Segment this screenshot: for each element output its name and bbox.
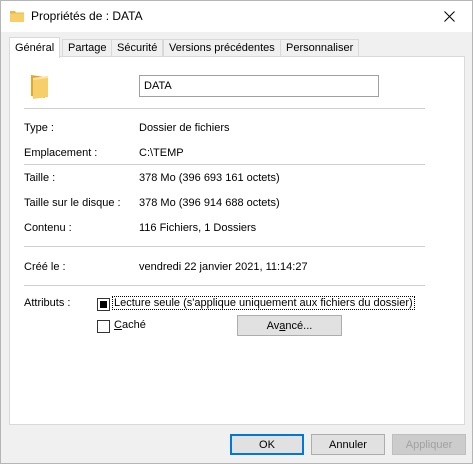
cancel-button[interactable]: Annuler	[311, 434, 385, 455]
advanced-button[interactable]: Av a ncé...	[237, 315, 342, 336]
type-label: Type :	[24, 122, 54, 134]
apply-button[interactable]: Appliquer	[392, 434, 466, 455]
title-bar: Propriétés de : DATA	[1, 1, 472, 32]
contents-label: Contenu :	[24, 222, 72, 234]
readonly-checkbox[interactable]	[97, 298, 110, 311]
separator	[24, 285, 425, 286]
folder-icon	[10, 11, 24, 22]
properties-dialog: Propriétés de : DATA Général Partage Séc…	[0, 0, 473, 464]
location-value: C:\TEMP	[139, 147, 184, 159]
created-label: Créé le :	[24, 261, 66, 273]
ok-button[interactable]: OK	[230, 434, 304, 455]
contents-value: 116 Fichiers, 1 Dossiers	[139, 222, 257, 234]
type-value: Dossier de fichiers	[139, 122, 230, 134]
window-title: Propriétés de : DATA	[31, 9, 143, 23]
tab-previous-versions[interactable]: Versions précédentes	[163, 39, 281, 57]
size-value: 378 Mo (396 693 161 octets)	[139, 172, 280, 184]
folder-icon	[31, 75, 48, 99]
created-value: vendredi 22 janvier 2021, 11:14:27	[139, 261, 308, 273]
separator	[24, 246, 425, 247]
general-panel: Type : Dossier de fichiers Emplacement :…	[9, 56, 465, 425]
hidden-checkbox-label[interactable]: Caché	[114, 319, 146, 331]
tab-security[interactable]: Sécurité	[111, 39, 164, 57]
hidden-checkbox[interactable]	[97, 320, 110, 333]
close-button[interactable]	[426, 1, 472, 32]
size-label: Taille :	[24, 172, 56, 184]
separator	[24, 108, 425, 109]
attributes-label: Attributs :	[24, 297, 71, 309]
size-on-disk-value: 378 Mo (396 914 688 octets)	[139, 197, 280, 209]
location-label: Emplacement :	[24, 147, 98, 159]
separator	[24, 164, 425, 165]
tab-general[interactable]: Général	[9, 37, 61, 58]
close-icon	[443, 11, 455, 22]
readonly-checkbox-label[interactable]: Lecture seule (s'applique uniquement aux…	[112, 296, 415, 310]
tab-customize[interactable]: Personnaliser	[280, 39, 360, 57]
folder-name-input[interactable]	[139, 75, 379, 97]
tab-sharing[interactable]: Partage	[62, 39, 113, 57]
size-on-disk-label: Taille sur le disque :	[24, 197, 121, 209]
